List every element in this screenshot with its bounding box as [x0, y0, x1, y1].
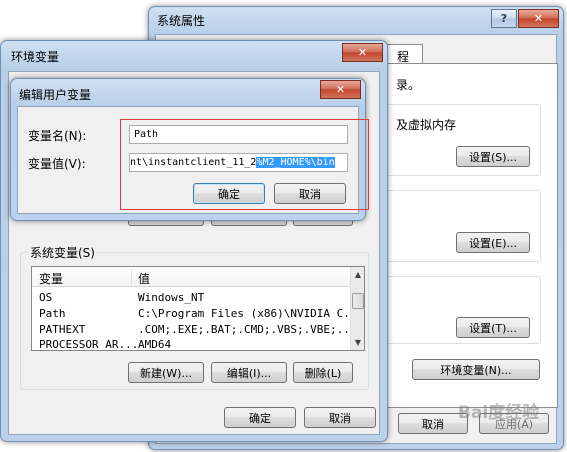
close-button[interactable]: ✕ [342, 43, 383, 62]
edit-variable-button[interactable]: 编辑(I)... [211, 362, 287, 383]
help-icon: ? [500, 12, 508, 25]
new-variable-button[interactable]: 新建(W)... [128, 362, 204, 383]
performance-settings-button[interactable]: 设置(S)... [456, 146, 530, 167]
environment-variables-button[interactable]: 环境变量(N)... [412, 359, 540, 380]
window-title: 系统属性 [157, 14, 206, 28]
close-icon: ✕ [335, 83, 346, 96]
help-button[interactable]: ? [491, 9, 517, 28]
scroll-down-icon[interactable]: ▼ [351, 335, 364, 349]
vertical-scrollbar[interactable]: ▲ ▼ [350, 267, 364, 350]
column-header-value[interactable]: 值 [138, 270, 150, 287]
scroll-thumb[interactable] [352, 293, 364, 309]
scroll-up-icon[interactable]: ▲ [351, 267, 364, 281]
startup-settings-button[interactable]: 设置(T)... [456, 317, 530, 338]
variable-value-label: 变量值(V): [28, 157, 86, 171]
list-header: 变量 值 [32, 267, 350, 287]
env-ok-button[interactable]: 确定 [224, 407, 296, 428]
close-icon: ✕ [533, 12, 544, 25]
tab-advanced[interactable]: 程 [383, 44, 423, 64]
close-button[interactable]: ✕ [320, 80, 361, 99]
delete-variable-button[interactable]: 删除(L) [293, 362, 353, 383]
table-row[interactable]: OS Windows_NT [32, 291, 350, 306]
highlight-box [120, 119, 369, 210]
watermark-logo: Bai度经验 [458, 403, 540, 423]
dialog-title: 编辑用户变量 [19, 88, 92, 102]
user-profiles-settings-button[interactable]: 设置(E)... [456, 232, 530, 253]
column-header-variable[interactable]: 变量 [39, 270, 63, 287]
window-title: 环境变量 [11, 50, 60, 64]
close-button[interactable]: ✕ [518, 9, 559, 28]
table-row[interactable]: Path C:\Program Files (x86)\NVIDIA C... [32, 307, 363, 322]
system-variables-list[interactable]: 变量 值 OS Windows_NT Path C:\Program Files… [31, 266, 365, 351]
close-icon: ✕ [357, 46, 368, 59]
system-variables-label: 系统变量(S) [28, 244, 97, 261]
table-row[interactable]: PROCESSOR_AR... AMD64 [32, 338, 350, 350]
table-row[interactable]: PATHEXT .COM;.EXE;.BAT;.CMD;.VBS;.VBE;..… [32, 323, 363, 338]
performance-text: 及虚拟内存 [396, 118, 457, 132]
env-cancel-button[interactable]: 取消 [304, 407, 376, 428]
info-text: 录。 [396, 78, 421, 92]
variable-name-label: 变量名(N): [28, 129, 87, 143]
